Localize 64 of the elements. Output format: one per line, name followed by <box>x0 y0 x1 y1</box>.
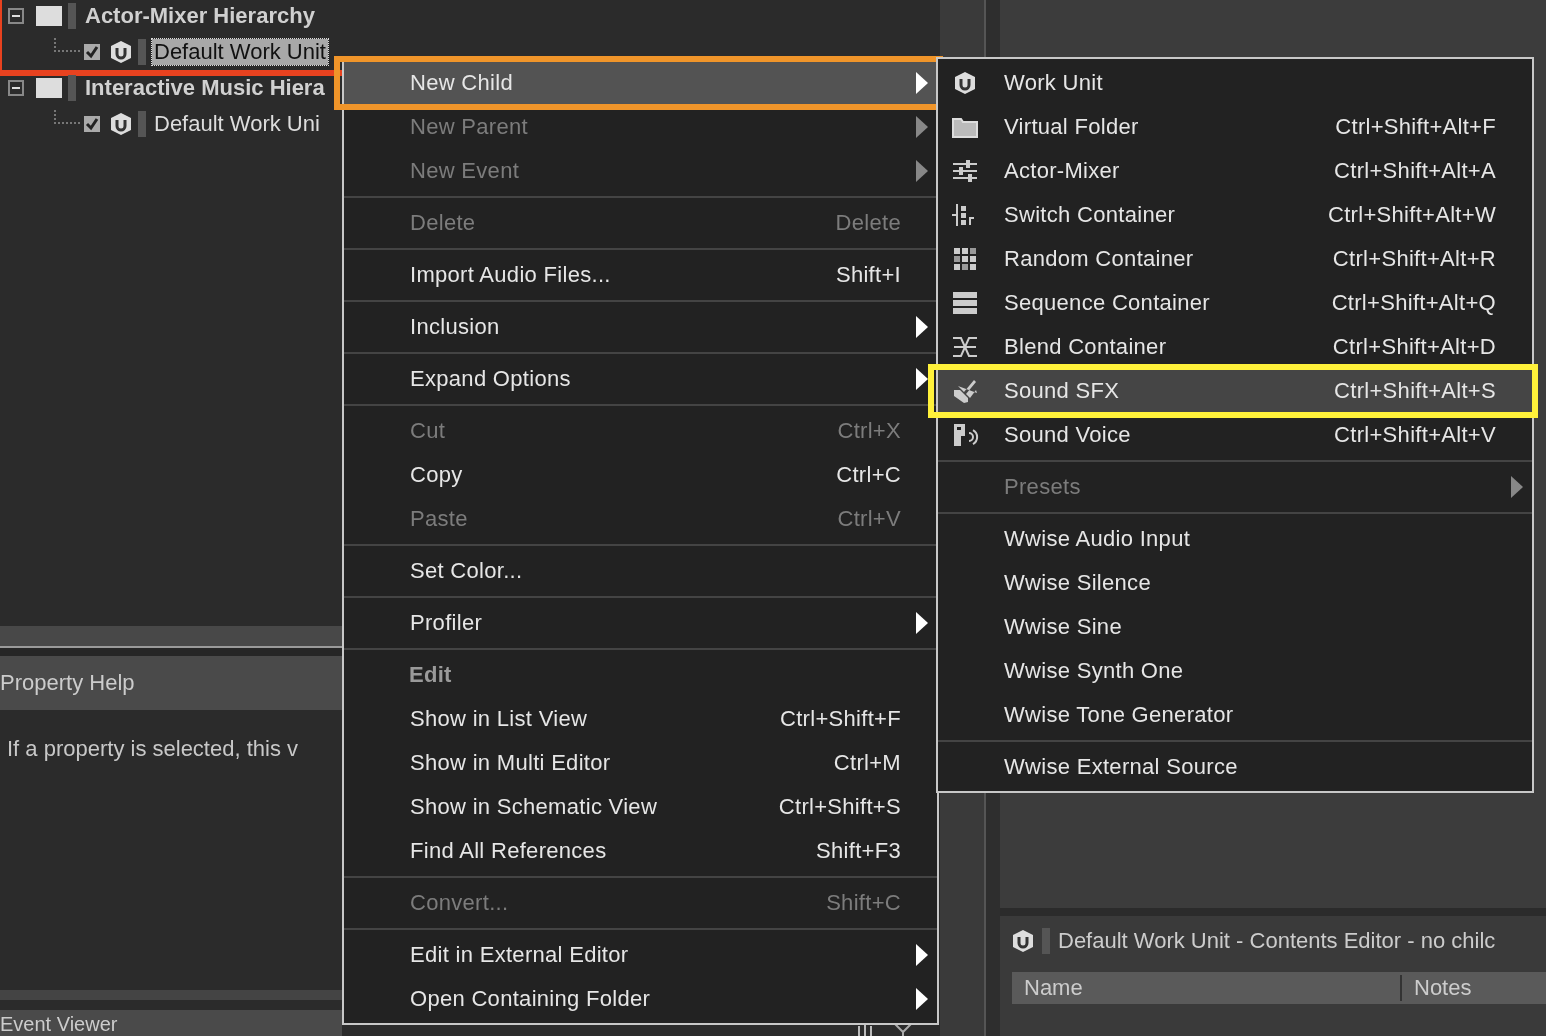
color-swatch <box>68 3 76 29</box>
color-swatch <box>1042 928 1050 954</box>
help-text: If a property is selected, this v <box>7 736 299 761</box>
folder-icon <box>36 6 62 26</box>
color-swatch <box>138 111 146 137</box>
collapse-toggle[interactable] <box>8 80 24 96</box>
menu-item[interactable]: Show in List View Ctrl+Shift+F <box>344 697 937 741</box>
menu-item[interactable]: Random Container Ctrl+Shift+Alt+R <box>938 237 1532 281</box>
menu-item[interactable]: Wwise Sine <box>938 605 1532 649</box>
grid-icon <box>953 247 977 271</box>
stacked-bars-icon <box>953 292 977 314</box>
menu-item[interactable]: Virtual Folder Ctrl+Shift+Alt+F <box>938 105 1532 149</box>
menu-item[interactable]: Inclusion <box>344 305 937 349</box>
menu-item[interactable]: Sound SFX Ctrl+Shift+Alt+S <box>938 369 1532 413</box>
column-header[interactable]: Name <box>1012 975 1402 1001</box>
menu-item[interactable]: Wwise Silence <box>938 561 1532 605</box>
menu-item[interactable]: Sound Voice Ctrl+Shift+Alt+V <box>938 413 1532 457</box>
menu-item[interactable]: Show in Multi Editor Ctrl+M <box>344 741 937 785</box>
menu-item[interactable]: Copy Ctrl+C <box>344 453 937 497</box>
menu-item[interactable]: Import Audio Files... Shift+I <box>344 253 937 297</box>
tree-item[interactable]: Default Work Unit <box>152 39 328 65</box>
voice-icon <box>951 422 979 448</box>
menu-item[interactable]: Sequence Container Ctrl+Shift+Alt+Q <box>938 281 1532 325</box>
menu-item[interactable]: Find All References Shift+F3 <box>344 829 937 873</box>
panel-title: Event Viewer <box>0 1013 118 1035</box>
menu-item[interactable]: New Child <box>344 61 937 105</box>
menu-item[interactable]: Wwise Synth One <box>938 649 1532 693</box>
menu-item[interactable]: Actor-Mixer Ctrl+Shift+Alt+A <box>938 149 1532 193</box>
power-icon <box>110 112 132 136</box>
menu-item[interactable]: Expand Options <box>344 357 937 401</box>
panel-title: Property Help <box>0 670 135 696</box>
folder-icon <box>952 116 978 138</box>
tree-connector-line <box>54 38 80 52</box>
menu-item[interactable]: Open Containing Folder <box>344 977 937 1021</box>
power-icon <box>1012 929 1034 953</box>
collapse-toggle[interactable] <box>8 8 24 24</box>
color-swatch <box>138 39 146 65</box>
menu-item[interactable]: Set Color... <box>344 549 937 593</box>
column-header[interactable]: Notes <box>1402 975 1472 1001</box>
menu-item[interactable]: Profiler <box>344 601 937 645</box>
checkbox[interactable] <box>84 44 100 60</box>
toolbar-icon[interactable] <box>858 1024 872 1036</box>
menu-item[interactable]: Wwise External Source <box>938 745 1532 789</box>
blend-icon <box>952 336 978 358</box>
splitter-bar[interactable] <box>0 626 342 648</box>
menu-item[interactable]: Edit in External Editor <box>344 933 937 977</box>
speaker-icon <box>952 378 978 404</box>
tree-item[interactable]: Default Work Uni <box>152 111 322 137</box>
tree-connector-line <box>54 110 80 124</box>
color-swatch <box>68 75 76 101</box>
menu-item[interactable]: Work Unit <box>938 61 1532 105</box>
power-icon <box>110 40 132 64</box>
menu-item[interactable]: Show in Schematic View Ctrl+Shift+S <box>344 785 937 829</box>
menu-item[interactable]: Wwise Audio Input <box>938 517 1532 561</box>
tree-item[interactable]: Interactive Music Hiera <box>85 75 325 101</box>
menu-section-label: Edit <box>408 661 453 689</box>
sliders-icon <box>952 160 978 182</box>
folder-icon <box>36 78 62 98</box>
power-icon <box>954 71 976 95</box>
panel-title: Default Work Unit - Contents Editor - no chilc <box>1058 928 1496 954</box>
menu-item[interactable]: Wwise Tone Generator <box>938 693 1532 737</box>
menu-item[interactable]: Switch Container Ctrl+Shift+Alt+W <box>938 193 1532 237</box>
tree-item[interactable]: Actor-Mixer Hierarchy <box>85 3 315 29</box>
checkbox[interactable] <box>84 116 100 132</box>
